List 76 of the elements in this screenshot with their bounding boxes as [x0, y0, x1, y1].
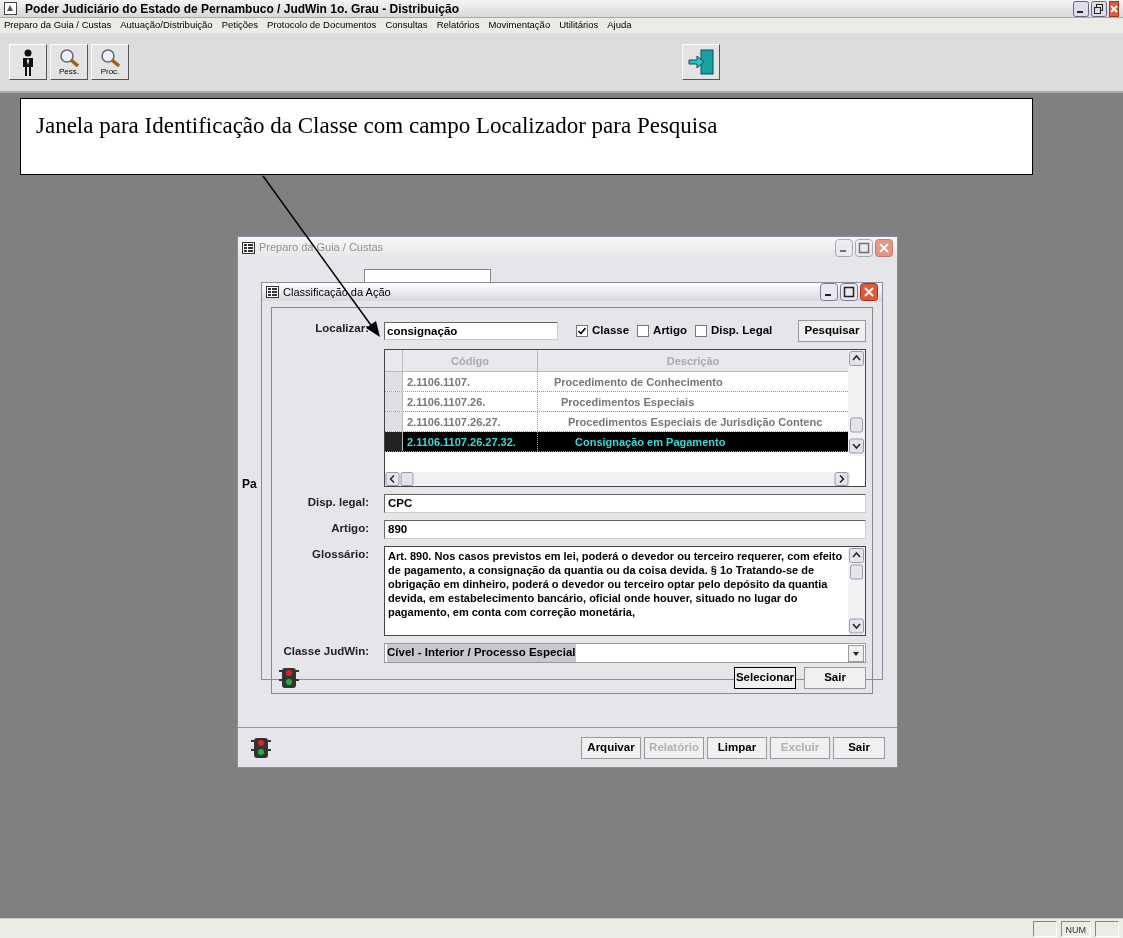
- dialog-title: Classificação da Ação: [283, 284, 391, 300]
- form-icon: [242, 241, 255, 254]
- menu-item[interactable]: Movimentação: [488, 18, 551, 33]
- table-row[interactable]: 2.1106.1107.26.27. Procedimentos Especiais de Jurisdição Contenc: [385, 412, 848, 432]
- menu-item[interactable]: Autuação/Distribuição: [120, 18, 213, 33]
- num-lock-indicator: NUM: [1060, 920, 1091, 937]
- person-button[interactable]: [9, 44, 47, 80]
- status-panel: [1095, 920, 1119, 937]
- search-button[interactable]: Pess.: [50, 44, 88, 80]
- form-icon: [266, 286, 279, 298]
- input-field[interactable]: CPC: [384, 494, 866, 513]
- button-label: Pess.: [59, 67, 79, 76]
- restore-button[interactable]: [1091, 0, 1107, 17]
- text-area[interactable]: [384, 546, 866, 636]
- vertical-scrollbar[interactable]: [848, 547, 865, 635]
- traffic-light-icon: [250, 736, 272, 759]
- person-icon: [21, 48, 35, 76]
- menu-item[interactable]: Protocolo de Documentos: [267, 18, 377, 33]
- table-row[interactable]: 2.1106.1107.26.27.32. Consignação em Pagamento: [385, 432, 848, 452]
- button[interactable]: Limpar: [707, 736, 767, 759]
- minimize-button[interactable]: [1073, 0, 1089, 17]
- input-field[interactable]: 890: [384, 520, 866, 539]
- field-label: Artigo:: [330, 521, 370, 536]
- field-label: Pa: [242, 476, 257, 493]
- button[interactable]: Sair: [804, 667, 866, 689]
- vertical-scrollbar[interactable]: [848, 350, 865, 456]
- close-button[interactable]: [860, 283, 878, 301]
- field-label: Glossário:: [311, 547, 370, 562]
- field-label: Disp. legal:: [306, 495, 370, 510]
- window-title: Poder Judiciário do Estado de Pernambuco / JudWin 1o. Grau - Distribuição: [25, 0, 459, 18]
- table-cell: 2.1106.1107.26.: [403, 392, 538, 411]
- button[interactable]: Arquivar: [581, 736, 641, 759]
- menu-item[interactable]: Ajuda: [607, 18, 632, 33]
- button[interactable]: Selecionar: [734, 667, 796, 689]
- table-cell: 2.1106.1107.26.27.32.: [403, 432, 538, 451]
- maximize-button[interactable]: [840, 283, 858, 301]
- door-exit-icon: [688, 48, 714, 76]
- status-panel: [1032, 920, 1057, 937]
- table-cell-text: Procedimentos Especiais: [560, 395, 696, 410]
- magnifier-icon: [100, 48, 120, 67]
- table-cell: 2.1106.1107.26.27.: [403, 412, 538, 431]
- field-label: Localizar:: [314, 321, 370, 336]
- close-button[interactable]: [875, 238, 893, 257]
- dialog-title: Preparo da Guia / Custas: [259, 240, 384, 256]
- table-cell: 2.1106.1107.: [403, 372, 538, 391]
- app-icon: [4, 2, 17, 15]
- check-icon: [577, 326, 587, 336]
- text-area-content: Art. 890. Nos casos previstos em lei, poderá o devedor ou terceiro requerer, com efeito de pagamento, a consignação da quantia ou da coisa devida. § 1o Tratando-se de obrigação em dinheiro, poderá o devedor ou terceiro optar pelo depósito da quantia devida, em estabelecimento bancário, oficial onde houver, situado no lugar do pagamento, em conta com correção monetária,: [387, 549, 844, 620]
- menu-item[interactable]: Petições: [221, 18, 259, 33]
- table-cell-text: Consignação em Pagamento: [574, 435, 727, 450]
- minimize-button[interactable]: [820, 283, 838, 301]
- table-row[interactable]: 2.1106.1107.26. Procedimentos Especiais: [385, 392, 848, 412]
- menu-item[interactable]: Relatórios: [436, 18, 480, 33]
- field-label: Classe JudWin:: [282, 644, 370, 659]
- menu-item[interactable]: Consultas: [385, 18, 428, 33]
- dropdown[interactable]: Cível - Interior / Processo Especial: [384, 643, 866, 663]
- menu-item[interactable]: Preparo da Guia / Custas: [4, 18, 112, 33]
- traffic-light-icon: [278, 667, 300, 689]
- table-cell-text: Procedimento de Conhecimento: [553, 375, 724, 390]
- magnifier-icon: [59, 48, 79, 67]
- dropdown-value: Cível - Interior / Processo Especial: [387, 644, 576, 662]
- checkbox[interactable]: Disp. Legal: [694, 322, 773, 340]
- button[interactable]: Pesquisar: [798, 320, 866, 342]
- checkbox[interactable]: Artigo: [637, 322, 687, 340]
- checkbox[interactable]: Classe: [576, 322, 630, 340]
- table-cell-text: Procedimentos Especiais de Jurisdição Contenc: [567, 415, 824, 430]
- search-button[interactable]: Proc.: [91, 44, 129, 80]
- table-row[interactable]: 2.1106.1107. Procedimento de Conhecimento: [385, 372, 848, 392]
- menu-item[interactable]: Utilitários: [559, 18, 599, 33]
- close-button[interactable]: [1109, 0, 1119, 17]
- button[interactable]: Sair: [833, 736, 885, 759]
- callout-text: Janela para Identificação da Classe com campo Localizador para Pesquisa: [36, 113, 718, 138]
- search-field[interactable]: consignação: [384, 322, 558, 340]
- exit-button[interactable]: [682, 44, 720, 80]
- horizontal-scrollbar[interactable]: [385, 472, 850, 486]
- button-label: Proc.: [100, 67, 120, 76]
